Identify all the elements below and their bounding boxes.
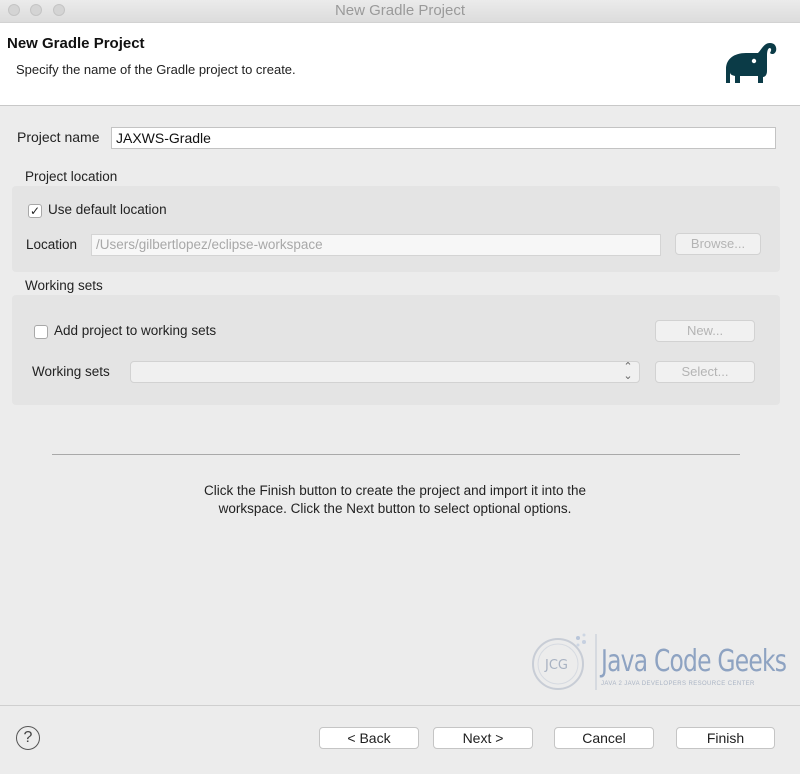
working-sets-group: [12, 295, 780, 405]
select-arrows-icon: ⌃ ⌄: [623, 361, 633, 382]
wizard-title: New Gradle Project: [7, 35, 145, 52]
instructions-line-2: workspace. Click the Next button to sele…: [218, 501, 572, 516]
wizard-description: Specify the name of the Gradle project t…: [16, 62, 296, 77]
location-label: Location: [26, 237, 78, 252]
project-name-input[interactable]: JAXWS-Gradle: [111, 127, 776, 149]
jcg-tagline: JAVA 2 JAVA DEVELOPERS RESOURCE CENTER: [601, 681, 755, 687]
add-to-working-sets-checkbox[interactable]: [34, 325, 48, 339]
back-button[interactable]: < Back: [319, 727, 419, 749]
instructions-line-1: Click the Finish button to create the pr…: [204, 483, 586, 498]
separator: [52, 454, 740, 455]
location-input[interactable]: /Users/gilbertlopez/eclipse-workspace: [91, 234, 661, 256]
java-code-geeks-watermark: JCG Java Code Geeks JAVA 2 JAVA DEVELOPE…: [528, 632, 787, 692]
new-working-set-button[interactable]: New...: [655, 320, 755, 342]
new-gradle-project-dialog: New Gradle Project New Gradle Project Sp…: [0, 0, 800, 774]
gradle-elephant-icon: [726, 43, 777, 83]
add-to-working-sets-label: Add project to working sets: [54, 323, 217, 338]
project-location-section-label: Project location: [25, 169, 118, 184]
finish-button[interactable]: Finish: [676, 727, 775, 749]
use-default-location-label: Use default location: [48, 202, 167, 217]
project-location-group: [12, 186, 780, 272]
wizard-header: New Gradle Project Specify the name of t…: [0, 23, 800, 106]
working-sets-select[interactable]: ⌃ ⌄: [130, 361, 640, 383]
jcg-logo-icon: JCG: [532, 633, 597, 690]
footer-separator: [0, 705, 800, 706]
next-button[interactable]: Next >: [433, 727, 533, 749]
help-icon[interactable]: ?: [16, 726, 40, 750]
use-default-location-checkbox[interactable]: ✓: [28, 204, 42, 218]
project-name-label: Project name: [17, 129, 100, 145]
working-sets-section-label: Working sets: [25, 278, 103, 293]
instructions-text: Click the Finish button to create the pr…: [100, 482, 690, 518]
working-sets-label: Working sets: [32, 364, 110, 379]
cancel-button[interactable]: Cancel: [554, 727, 654, 749]
browse-button[interactable]: Browse...: [675, 233, 761, 255]
title-bar: New Gradle Project: [0, 0, 800, 23]
select-working-sets-button[interactable]: Select...: [655, 361, 755, 383]
jcg-brand-text: Java Code Geeks: [601, 644, 787, 679]
jcg-monogram: JCG: [544, 658, 568, 673]
window-title: New Gradle Project: [334, 2, 466, 19]
